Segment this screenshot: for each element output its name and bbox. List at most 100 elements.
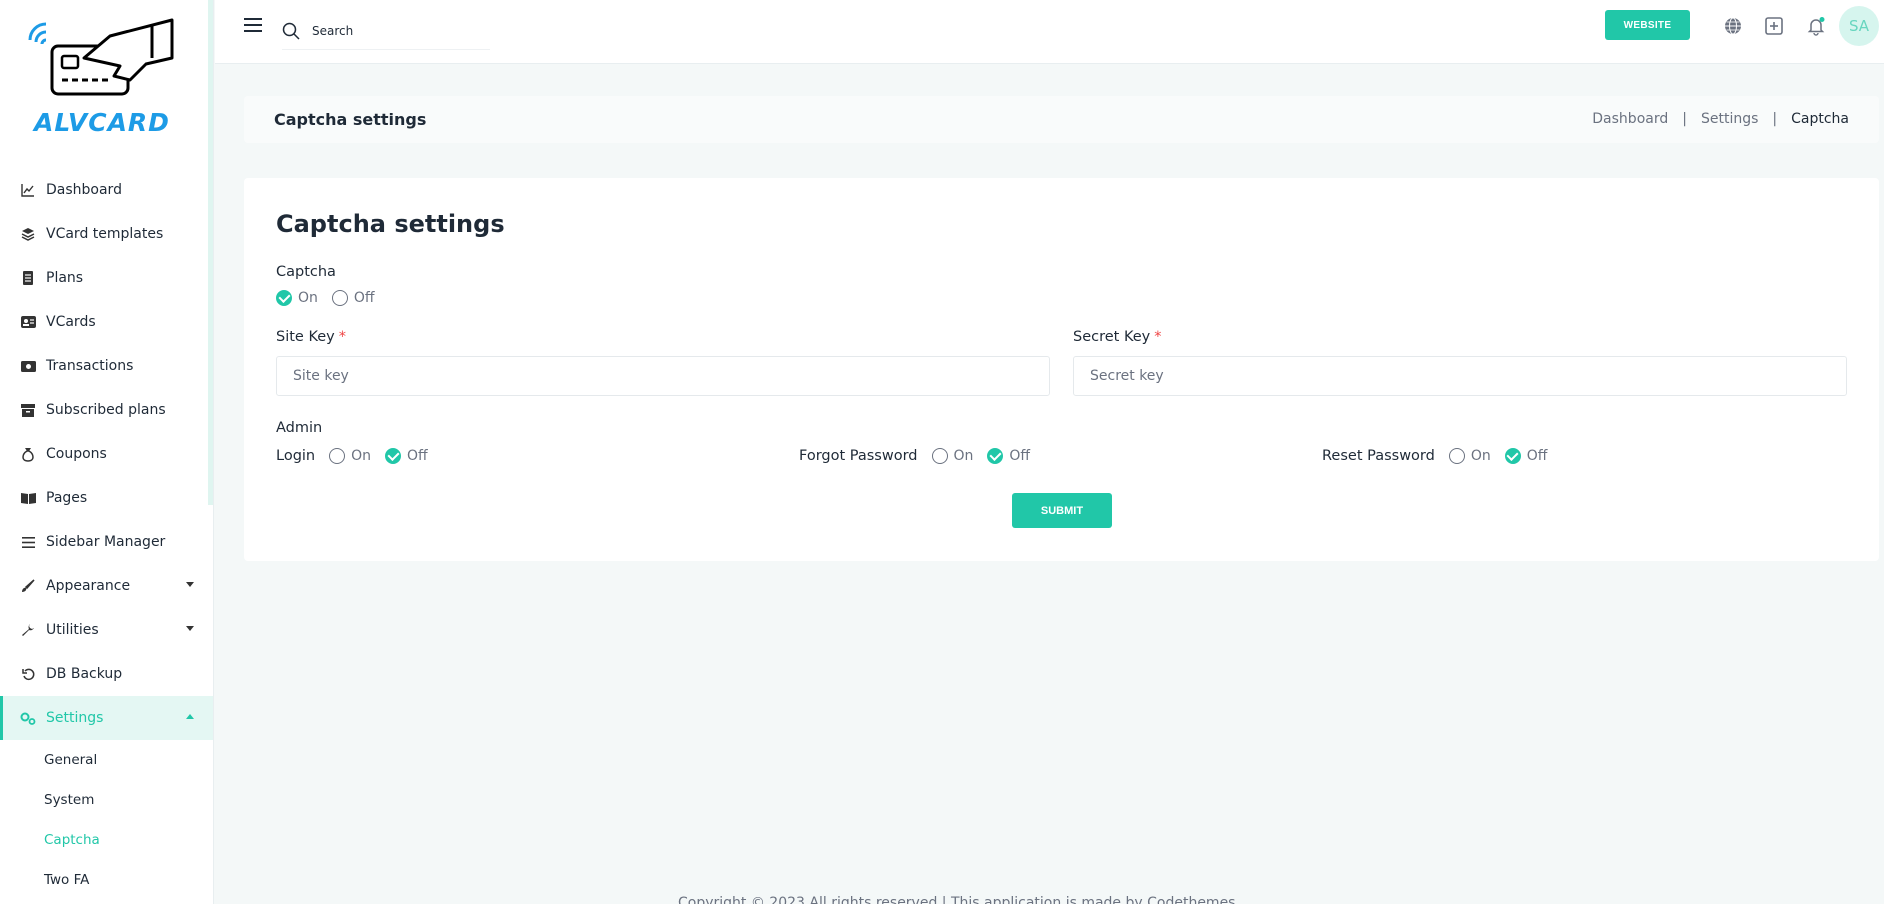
sidebar-item-plans[interactable]: Plans (0, 256, 213, 300)
sidebar-item-settings[interactable]: Settings (0, 696, 213, 740)
admin-label: Admin (276, 420, 323, 436)
sidebar-item-label: Sidebar Manager (46, 534, 166, 550)
breadcrumb-bar: Captcha settings Dashboard | Settings | … (244, 96, 1879, 143)
sidebar-item-sidebar-manager[interactable]: Sidebar Manager (0, 520, 213, 564)
sidebar-item-label: DB Backup (46, 666, 123, 682)
reset-password-radio-group: Reset Password On Off (1322, 448, 1561, 464)
sidebar: ALVCARD Dashboard VCard templates Plans … (0, 0, 214, 904)
globe-icon[interactable] (1723, 16, 1743, 36)
forgot-password-label: Forgot Password (799, 448, 918, 464)
breadcrumb-current: Captcha (1791, 111, 1849, 127)
reset-password-on-option[interactable]: On (1448, 448, 1491, 464)
breadcrumb-settings[interactable]: Settings (1701, 111, 1758, 127)
sidebar-item-appearance[interactable]: Appearance (0, 564, 213, 608)
sidebar-item-db-backup[interactable]: DB Backup (0, 652, 213, 696)
option-label: Off (407, 448, 428, 464)
forgot-password-off-radio[interactable] (987, 448, 1004, 464)
option-label: On (1470, 448, 1491, 464)
submit-button[interactable]: SUBMIT (1012, 493, 1112, 528)
gears-icon (20, 710, 36, 726)
sidebar-item-transactions[interactable]: Transactions (0, 344, 213, 388)
chevron-down-icon (186, 626, 194, 631)
wrench-icon (20, 622, 36, 638)
forgot-password-on-radio[interactable] (931, 448, 948, 464)
menu-toggle-icon[interactable] (244, 18, 262, 34)
sidebar-item-label: VCard templates (46, 226, 164, 242)
option-label: Off (353, 290, 375, 306)
search-input[interactable] (312, 23, 472, 38)
login-off-radio[interactable] (385, 448, 402, 464)
page-title: Captcha settings (274, 110, 427, 129)
sidebar-nav: Dashboard VCard templates Plans VCards T… (0, 168, 213, 900)
site-key-label: Site Key * (276, 329, 346, 345)
captcha-off-radio[interactable] (331, 290, 348, 306)
captcha-settings-card: Captcha settings Captcha On Off Site Key… (244, 178, 1879, 561)
brand-name: ALVCARD (34, 108, 170, 137)
avatar[interactable]: SA (1839, 6, 1879, 46)
add-square-icon[interactable] (1764, 16, 1784, 36)
sidebar-subitem-two-fa[interactable]: Two FA (0, 860, 213, 900)
required-mark: * (338, 329, 346, 345)
login-radio-group: Login On Off (276, 448, 442, 464)
brush-icon (20, 578, 36, 594)
top-header: WEBSITE SA (215, 0, 1884, 64)
archive-icon (20, 402, 36, 418)
sidebar-item-vcards[interactable]: VCards (0, 300, 213, 344)
captcha-on-option[interactable]: On (276, 290, 318, 306)
sidebar-item-label: Utilities (46, 622, 99, 638)
forgot-password-on-option[interactable]: On (931, 448, 973, 464)
site-key-label-text: Site Key (276, 329, 335, 345)
website-button[interactable]: WEBSITE (1605, 10, 1690, 40)
search-icon (282, 22, 300, 40)
captcha-off-option[interactable]: Off (331, 290, 375, 306)
captcha-on-radio[interactable] (276, 290, 292, 306)
site-key-field (276, 356, 1050, 396)
sidebar-subitem-system[interactable]: System (0, 780, 213, 820)
logo[interactable]: ALVCARD (26, 18, 178, 137)
login-on-radio[interactable] (329, 448, 346, 464)
search-box (282, 12, 490, 50)
sidebar-item-dashboard[interactable]: Dashboard (0, 168, 213, 212)
sidebar-item-utilities[interactable]: Utilities (0, 608, 213, 652)
reset-password-on-radio[interactable] (1448, 448, 1465, 464)
forgot-password-radio-group: Forgot Password On Off (799, 448, 1044, 464)
sidebar-item-label: VCards (46, 314, 96, 330)
site-key-input[interactable] (277, 357, 1049, 395)
captcha-radio-group: On Off (276, 290, 389, 306)
id-card-icon (20, 314, 36, 330)
breadcrumb-dashboard[interactable]: Dashboard (1592, 111, 1668, 127)
list-icon (20, 534, 36, 550)
login-off-option[interactable]: Off (385, 448, 428, 464)
login-on-option[interactable]: On (329, 448, 371, 464)
sidebar-item-subscribed-plans[interactable]: Subscribed plans (0, 388, 213, 432)
secret-key-input[interactable] (1074, 357, 1846, 395)
sidebar-item-label: Coupons (46, 446, 107, 462)
sidebar-item-coupons[interactable]: Coupons (0, 432, 213, 476)
forgot-password-off-option[interactable]: Off (987, 448, 1030, 464)
undo-icon (20, 666, 36, 682)
chart-line-icon (20, 182, 36, 198)
bell-icon[interactable] (1806, 16, 1826, 36)
card-title: Captcha settings (276, 210, 505, 238)
required-mark: * (1154, 329, 1162, 345)
sidebar-item-vcard-templates[interactable]: VCard templates (0, 212, 213, 256)
sidebar-item-label: Settings (46, 710, 104, 726)
chevron-up-icon (186, 714, 194, 719)
sidebar-item-label: Transactions (46, 358, 134, 374)
reset-password-off-option[interactable]: Off (1504, 448, 1547, 464)
option-label: On (351, 448, 372, 464)
sidebar-item-label: Subscribed plans (46, 402, 166, 418)
footer-copyright: Copyright © 2023 All rights reserved | T… (678, 895, 1236, 904)
sidebar-subitem-general[interactable]: General (0, 740, 213, 780)
sidebar-subitem-captcha[interactable]: Captcha (0, 820, 213, 860)
reset-password-off-radio[interactable] (1504, 448, 1521, 464)
layers-icon (20, 226, 36, 242)
document-icon (20, 270, 36, 286)
sidebar-item-label: Pages (46, 490, 88, 506)
option-label: On (298, 290, 318, 306)
sidebar-item-label: Plans (46, 270, 84, 286)
option-label: Off (1009, 448, 1031, 464)
chevron-down-icon (186, 582, 194, 587)
sidebar-item-pages[interactable]: Pages (0, 476, 213, 520)
captcha-label: Captcha (276, 264, 336, 280)
